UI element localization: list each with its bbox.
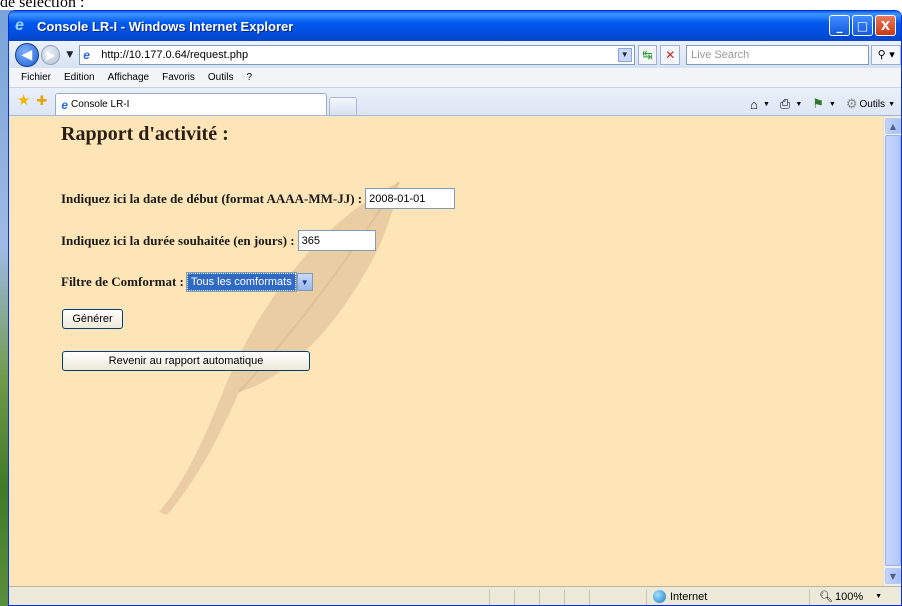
- tools-button[interactable]: ⚙ Outils ▼: [846, 96, 895, 112]
- zoom-control[interactable]: 🔍︎ 100% ▼: [819, 590, 882, 604]
- add-favorite-icon[interactable]: ✚: [36, 94, 47, 109]
- command-bar: ⌂ ▼ ⎙ ▼ ⚑ ▼ ⚙ Outils ▼: [740, 93, 901, 115]
- window-controls: _ □ X: [829, 15, 896, 36]
- status-bar: Internet 🔍︎ 100% ▼: [9, 586, 901, 605]
- history-dropdown-icon[interactable]: ▼: [66, 50, 73, 60]
- search-icon[interactable]: ⚲ ▾: [871, 44, 901, 65]
- forward-arrow-icon[interactable]: ▶: [40, 44, 61, 65]
- scroll-up-icon[interactable]: ▲: [885, 118, 901, 134]
- search-input[interactable]: Live Search: [686, 44, 870, 65]
- status-divider: [539, 590, 540, 605]
- ie-logo-icon: e: [15, 17, 24, 34]
- caret-icon: ▼: [795, 100, 803, 108]
- feather-watermark: [159, 181, 400, 515]
- tab-bar: ★ ✚ e Console LR-I ⌂ ▼ ⎙ ▼ ⚑ ▼ ⚙ Outils ▼: [9, 88, 901, 116]
- status-divider: [589, 590, 590, 605]
- generate-button[interactable]: Générer: [62, 309, 123, 329]
- menu-outils[interactable]: Outils: [208, 72, 234, 83]
- gear-icon: ⚙: [845, 96, 858, 111]
- page-title: Rapport d'activité :: [61, 123, 229, 145]
- tab-console[interactable]: e Console LR-I: [55, 93, 328, 115]
- home-icon: ⌂: [750, 96, 758, 112]
- tab-page-icon: e: [61, 97, 69, 112]
- home-button[interactable]: ⌂ ▼: [750, 97, 770, 112]
- window-title: Console LR-I - Windows Internet Explorer: [37, 18, 294, 34]
- title-bar[interactable]: e Console LR-I - Windows Internet Explor…: [9, 11, 901, 41]
- tab-label: Console LR-I: [71, 99, 130, 110]
- minimize-button[interactable]: _: [829, 15, 850, 36]
- scroll-down-icon[interactable]: ▼: [885, 568, 901, 584]
- status-divider: [514, 590, 515, 605]
- chevron-down-icon[interactable]: ▼: [875, 593, 882, 600]
- page-content: Rapport d'activité : Indiquez ici la dat…: [9, 117, 883, 586]
- start-date-label: Indiquez ici la date de début (format AA…: [61, 190, 363, 206]
- start-date-input[interactable]: 2008-01-01: [365, 188, 456, 209]
- refresh-icon[interactable]: ↹: [637, 44, 658, 65]
- vertical-scrollbar[interactable]: ▲ ▼: [883, 117, 901, 586]
- url-input[interactable]: e http://10.177.0.64/request.php ▼: [79, 44, 635, 65]
- menu-affichage[interactable]: Affichage: [108, 72, 150, 83]
- scroll-thumb[interactable]: [885, 135, 901, 566]
- menu-favoris[interactable]: Favoris: [162, 72, 195, 83]
- zoom-level: 100%: [834, 590, 864, 603]
- page-button[interactable]: ⚑ ▼: [812, 96, 836, 112]
- zoom-icon: 🔍︎: [819, 591, 833, 603]
- duration-input[interactable]: 365: [297, 230, 376, 251]
- browser-window: e Console LR-I - Windows Internet Explor…: [8, 10, 902, 606]
- security-zone[interactable]: Internet: [653, 590, 707, 603]
- url-text: http://10.177.0.64/request.php: [101, 48, 249, 61]
- back-arrow-icon[interactable]: ◀: [15, 42, 39, 67]
- menu-help[interactable]: ?: [246, 72, 252, 83]
- filter-row: Filtre de Comformat : Tous les comformat…: [61, 272, 313, 292]
- favorites-star-icon[interactable]: ★: [17, 91, 30, 109]
- menu-bar: Fichier Edition Affichage Favoris Outils…: [9, 68, 901, 88]
- zone-label: Internet: [670, 590, 708, 603]
- start-date-row: Indiquez ici la date de début (format AA…: [61, 188, 456, 209]
- maximize-button[interactable]: □: [852, 15, 873, 36]
- duration-row: Indiquez ici la durée souhaitée (en jour…: [61, 230, 376, 251]
- stop-icon[interactable]: ✕: [660, 44, 681, 65]
- menu-edition[interactable]: Edition: [64, 72, 95, 83]
- address-bar: ◀ ▶ ▼ e http://10.177.0.64/request.php ▼…: [9, 41, 901, 68]
- printer-icon: ⎙: [779, 96, 791, 111]
- close-button[interactable]: X: [875, 15, 896, 36]
- status-divider: [646, 590, 647, 605]
- back-to-auto-report-button[interactable]: Revenir au rapport automatique: [62, 351, 310, 371]
- page-icon: e: [83, 47, 90, 62]
- status-divider: [564, 590, 565, 605]
- filter-selected-value: Tous les comformats: [185, 272, 297, 292]
- filter-label: Filtre de Comformat :: [61, 274, 184, 289]
- print-button[interactable]: ⎙ ▼: [780, 96, 802, 112]
- chevron-down-icon[interactable]: ▼: [296, 273, 313, 291]
- filter-select[interactable]: Tous les comformats ▼: [185, 272, 313, 292]
- caret-icon: ▼: [828, 100, 836, 108]
- page-menu-icon: ⚑: [812, 96, 824, 111]
- globe-icon: [653, 590, 666, 603]
- url-dropdown-icon[interactable]: ▼: [617, 47, 632, 62]
- status-divider: [809, 590, 810, 605]
- duration-label: Indiquez ici la durée souhaitée (en jour…: [61, 232, 295, 248]
- caret-icon: ▼: [762, 100, 770, 108]
- status-divider: [489, 590, 490, 605]
- tools-label: Outils: [859, 98, 886, 110]
- caret-icon: ▼: [888, 100, 895, 108]
- menu-fichier[interactable]: Fichier: [21, 72, 51, 83]
- new-tab-button[interactable]: [329, 97, 358, 115]
